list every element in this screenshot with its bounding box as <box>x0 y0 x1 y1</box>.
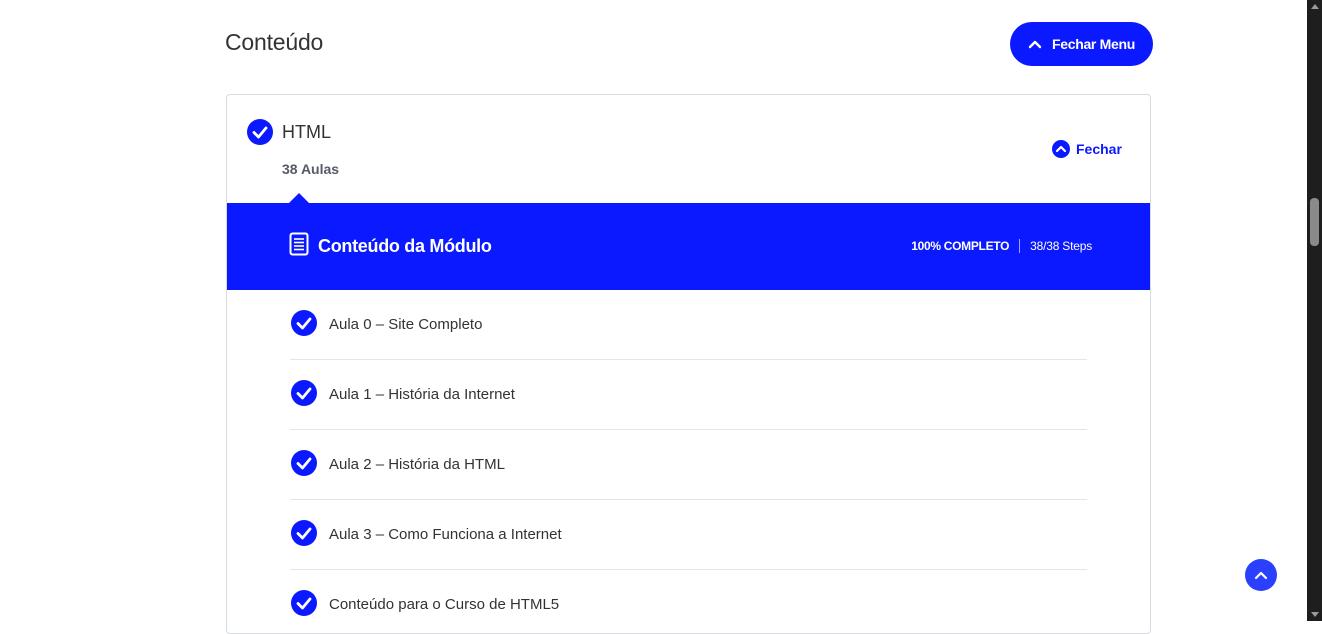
scroll-thumb[interactable] <box>1310 198 1319 246</box>
lesson-title[interactable]: Aula 3 – Como Funciona a Internet <box>329 526 562 543</box>
module-name[interactable]: HTML <box>282 122 331 143</box>
module-progress: 100% COMPLETO 38/38 Steps <box>911 239 1092 253</box>
module-card: HTML 38 Aulas Fechar Conteúdo da Módulo … <box>226 94 1151 634</box>
list-item[interactable]: Conteúdo para o Curso de HTML5 <box>290 570 1087 633</box>
module-content-header: Conteúdo da Módulo 100% COMPLETO 38/38 S… <box>227 203 1150 290</box>
chevron-up-icon <box>1028 40 1042 49</box>
lesson-title[interactable]: Aula 2 – História da HTML <box>329 456 505 473</box>
page: Conteúdo Fechar Menu HTML 38 Aulas Fecha… <box>0 0 1307 634</box>
divider <box>1019 239 1021 253</box>
module-lesson-count: 38 Aulas <box>282 161 340 177</box>
page-title: Conteúdo <box>225 29 324 55</box>
document-icon <box>289 232 309 256</box>
module-close-button[interactable]: Fechar <box>1052 140 1122 158</box>
list-item[interactable]: Aula 2 – História da HTML <box>290 430 1087 500</box>
check-circle-icon <box>247 119 273 145</box>
module-content-title: Conteúdo da Módulo <box>318 236 492 256</box>
check-circle-icon <box>291 520 317 546</box>
module-close-label: Fechar <box>1076 141 1122 157</box>
close-menu-button[interactable]: Fechar Menu <box>1010 22 1153 66</box>
list-item[interactable]: Aula 1 – História da Internet <box>290 360 1087 430</box>
chevron-up-circle-icon <box>1052 140 1070 158</box>
list-item[interactable]: Aula 0 – Site Completo <box>290 290 1087 360</box>
lesson-list: Aula 0 – Site Completo Aula 1 – História… <box>290 290 1087 633</box>
check-circle-icon <box>291 450 317 476</box>
back-to-top-button[interactable] <box>1245 559 1277 591</box>
scroll-up-arrow-icon[interactable] <box>1311 4 1319 9</box>
check-circle-icon <box>291 590 317 616</box>
chevron-up-icon <box>1254 571 1268 580</box>
check-circle-icon <box>291 310 317 336</box>
lesson-title[interactable]: Conteúdo para o Curso de HTML5 <box>329 596 559 613</box>
scrollbar[interactable] <box>1307 0 1322 621</box>
lesson-title[interactable]: Aula 0 – Site Completo <box>329 316 482 333</box>
check-circle-icon <box>291 380 317 406</box>
list-item[interactable]: Aula 3 – Como Funciona a Internet <box>290 500 1087 570</box>
progress-steps: 38/38 Steps <box>1030 239 1092 253</box>
progress-percent: 100% COMPLETO <box>911 239 1010 253</box>
lesson-title[interactable]: Aula 1 – História da Internet <box>329 386 515 403</box>
close-menu-label: Fechar Menu <box>1051 36 1136 52</box>
scroll-down-arrow-icon[interactable] <box>1311 612 1319 617</box>
